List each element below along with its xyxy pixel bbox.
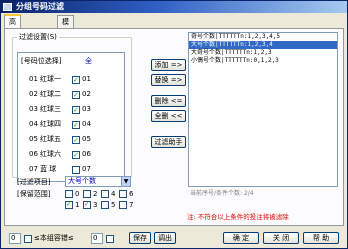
error-max-value: 0 — [93, 234, 98, 242]
title-bar: 分组号码过滤 — [1, 1, 347, 13]
tab-advanced-filter[interactable]: 高级过滤设置 — [4, 14, 21, 86]
row-number: 01 — [29, 75, 38, 83]
range-checkbox[interactable] — [119, 201, 127, 209]
error-max-checkbox[interactable] — [106, 235, 114, 243]
app-icon — [3, 3, 12, 11]
range-label: 0 — [75, 190, 80, 198]
tab-simulate-filter[interactable]: 模拟过滤 — [57, 15, 74, 62]
row-name: 红球二 — [40, 90, 61, 98]
close-button[interactable]: 关 闭 — [263, 232, 299, 244]
checkbox-label: 01 — [82, 75, 91, 83]
condition-list[interactable]: 奇号个数|TTTTTTn:1,2,3,4,5 大号个数|TTTTTTn:1,2,… — [188, 32, 338, 187]
position-checkbox[interactable] — [72, 135, 80, 146]
row-number: 03 — [29, 105, 38, 113]
range-label: 7 — [129, 201, 134, 209]
position-grid: [号码位选择] 全 01 红球一 01 02 红球二 02 03 红球三 — [17, 52, 125, 182]
filter-item-select[interactable]: 大号个数 ▼ — [65, 176, 131, 187]
row-name: 红球一 — [40, 75, 61, 83]
position-checkbox[interactable] — [72, 75, 80, 86]
clear-all-button[interactable]: 全删 << — [151, 110, 186, 122]
replace-button[interactable]: 替换 => — [151, 74, 186, 86]
row-name: 红球六 — [40, 150, 61, 158]
checkbox-label: 03 — [82, 105, 91, 113]
retain-range-label: [保留范围] — [17, 190, 51, 198]
row-number: 02 — [29, 90, 38, 98]
error-min-field[interactable]: 0 — [9, 233, 21, 244]
row-number: 04 — [29, 120, 38, 128]
row-number: 06 — [29, 150, 38, 158]
range-checkbox[interactable] — [101, 190, 109, 198]
range-label: 5 — [111, 201, 116, 209]
row-number: 05 — [29, 135, 38, 143]
filter-note: 注: 不符合以上条件的投注将被滤除 — [187, 213, 289, 221]
row-name: 红球三 — [40, 105, 61, 113]
range-checkbox[interactable] — [119, 190, 127, 198]
condition-item-selected[interactable]: 大号个数|TTTTTTn:1,2,3,4 — [189, 41, 337, 49]
filter-helper-button[interactable]: 过滤助手 — [151, 136, 186, 148]
condition-item[interactable]: 大奇号个数|TTTTTTn:1,2,3 — [189, 49, 337, 57]
tab-panel: 过滤设置(S) [号码位选择] 全 01 红球一 01 02 红球二 02 0 — [4, 28, 344, 226]
grid-row: 06 红球六 06 — [18, 149, 124, 161]
grid-row: 01 红球一 01 — [18, 74, 124, 86]
ok-button[interactable]: 确 定 — [223, 232, 259, 244]
window-title: 分组号码过滤 — [16, 2, 64, 11]
error-label: ≤本组容错≤ — [34, 234, 74, 242]
range-checkbox[interactable] — [83, 200, 91, 209]
range-checkbox[interactable] — [101, 201, 109, 209]
select-all-label[interactable]: 全 — [85, 56, 92, 67]
delete-button[interactable]: 删除 <= — [151, 95, 186, 107]
range-checkbox[interactable] — [65, 200, 73, 209]
range-checkbox[interactable] — [65, 190, 73, 198]
chevron-down-icon[interactable]: ▼ — [121, 177, 130, 186]
row-name: 蓝 球 — [40, 165, 57, 173]
position-checkbox[interactable] — [72, 166, 80, 174]
add-button[interactable]: 添加 => — [151, 59, 186, 71]
filter-settings-group: 过滤设置(S) [号码位选择] 全 01 红球一 01 02 红球二 02 0 — [12, 32, 132, 182]
row-name: 红球五 — [40, 135, 61, 143]
range-label: 3 — [93, 201, 98, 209]
checkbox-label: 06 — [82, 150, 91, 158]
error-min-value: 0 — [11, 234, 16, 242]
position-checkbox[interactable] — [72, 150, 80, 161]
help-button[interactable]: 帮 助 — [303, 232, 339, 244]
grid-row: 05 红球五 05 — [18, 134, 124, 146]
checkbox-label: 07 — [82, 165, 91, 173]
grid-row: 07 蓝 球 07 — [18, 164, 124, 175]
condition-item[interactable]: 小偶号个数|TTTTTTn:0,1,2,3 — [189, 57, 337, 65]
condition-status: 当前序号/条件个数: 2/4 — [190, 190, 254, 197]
filter-item-value: 大号个数 — [68, 177, 96, 185]
filter-item-label: [过滤项目] — [17, 178, 51, 186]
error-max-field[interactable]: 0 — [91, 233, 103, 244]
range-label: 4 — [111, 190, 116, 198]
filter-settings-legend: 过滤设置(S) — [19, 33, 57, 41]
condition-item[interactable]: 奇号个数|TTTTTTn:1,2,3,4,5 — [189, 33, 337, 41]
grid-row: 02 红球二 02 — [18, 89, 124, 101]
error-checkbox[interactable] — [24, 235, 32, 243]
position-checkbox[interactable] — [72, 90, 80, 101]
retain-range-checks: 0 2 4 6 1 3 5 7 — [65, 189, 140, 211]
range-label: 1 — [75, 201, 80, 209]
position-checkbox[interactable] — [72, 105, 80, 116]
load-button[interactable]: 调出 — [154, 232, 176, 244]
checkbox-label: 02 — [82, 90, 91, 98]
filter-window: 分组号码过滤 高级过滤设置 模拟过滤 过滤设置(S) [号码位选择] 全 01 … — [0, 0, 348, 249]
checkbox-label: 05 — [82, 135, 91, 143]
grid-row: 03 红球三 03 — [18, 104, 124, 116]
save-button[interactable]: 保存 — [129, 232, 151, 244]
row-number: 07 — [29, 165, 38, 173]
position-checkbox[interactable] — [72, 120, 80, 131]
range-checkbox[interactable] — [83, 190, 91, 198]
range-label: 2 — [93, 190, 98, 198]
checkbox-label: 04 — [82, 120, 91, 128]
grid-header: [号码位选择] — [21, 57, 62, 65]
row-name: 红球四 — [40, 120, 61, 128]
range-label: 6 — [129, 190, 134, 198]
grid-row: 04 红球四 04 — [18, 119, 124, 131]
